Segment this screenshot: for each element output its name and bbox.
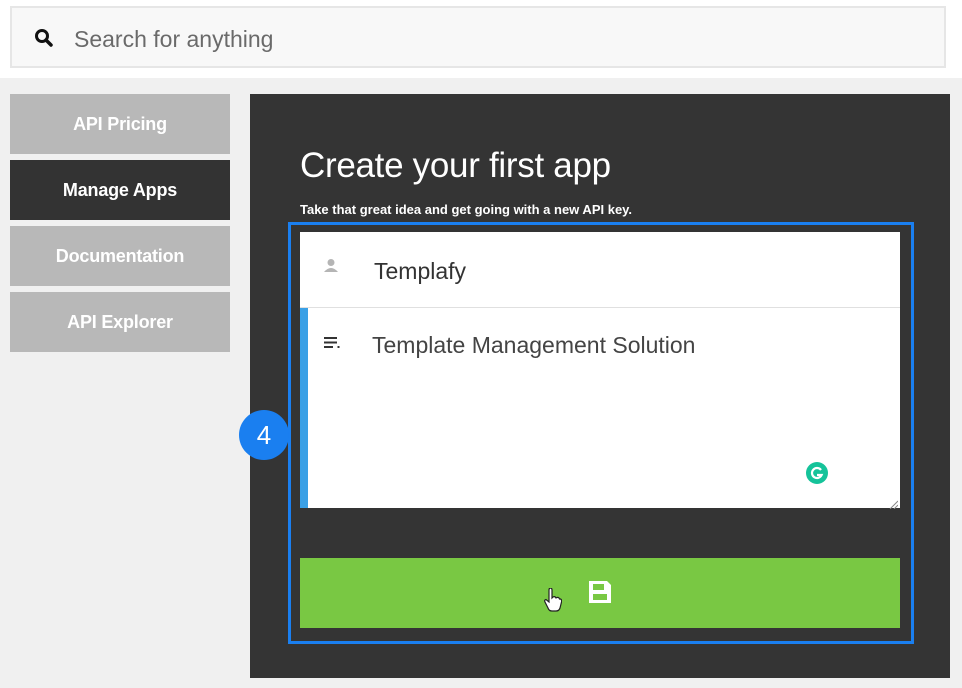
hand-cursor-icon bbox=[544, 587, 563, 615]
top-bar bbox=[0, 0, 962, 78]
sidebar-item-api-pricing[interactable]: API Pricing bbox=[10, 94, 230, 154]
app-description-field[interactable]: Template Management Solution bbox=[300, 308, 900, 510]
sidebar-item-api-explorer[interactable]: API Explorer bbox=[10, 292, 230, 352]
search-bar[interactable] bbox=[10, 6, 946, 68]
sidebar-item-documentation[interactable]: Documentation bbox=[10, 226, 230, 286]
save-button[interactable] bbox=[300, 558, 900, 628]
grammarly-icon[interactable] bbox=[806, 462, 828, 484]
sidebar-item-manage-apps[interactable]: Manage Apps bbox=[10, 160, 230, 220]
resize-handle-icon[interactable] bbox=[888, 496, 899, 510]
app-name-field[interactable] bbox=[300, 232, 900, 308]
search-icon bbox=[34, 28, 54, 48]
user-icon bbox=[324, 258, 338, 279]
page-subtitle: Take that great idea and get going with … bbox=[300, 202, 633, 217]
text-lines-icon bbox=[324, 336, 340, 355]
create-app-panel: Create your first app Take that great id… bbox=[250, 94, 950, 678]
sidebar: API Pricing Manage Apps Documentation AP… bbox=[10, 94, 230, 358]
search-input[interactable] bbox=[72, 20, 916, 58]
step-badge: 4 bbox=[239, 410, 289, 460]
page-title: Create your first app bbox=[300, 146, 611, 185]
app-name-input[interactable] bbox=[372, 252, 876, 290]
floppy-disk-icon bbox=[588, 580, 612, 607]
